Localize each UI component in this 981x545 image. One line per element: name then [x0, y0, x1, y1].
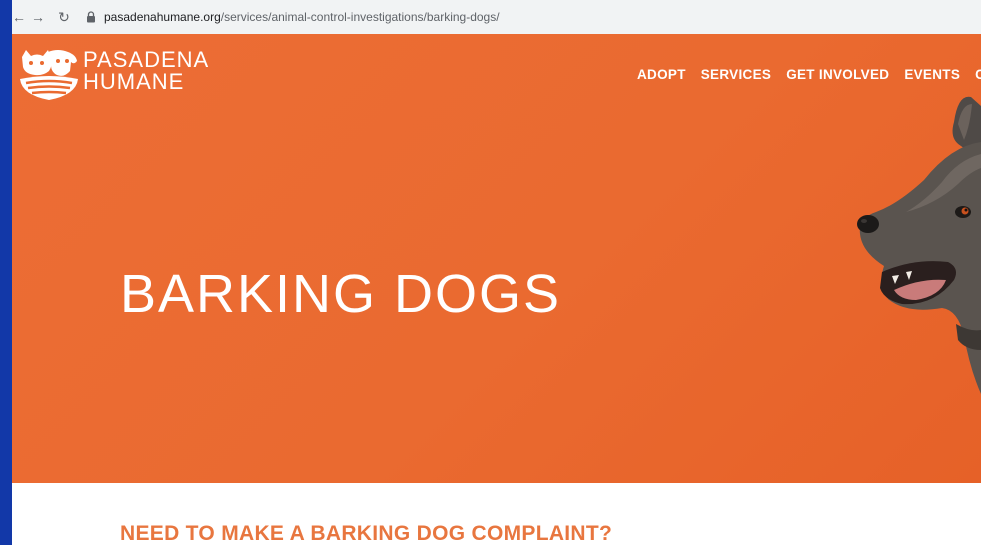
pasadena-humane-logo-icon: [20, 50, 78, 100]
logo-line-1: PASADENA: [83, 47, 210, 72]
nav-truncated-item[interactable]: C: [975, 67, 981, 82]
page-title: BARKING DOGS: [120, 264, 562, 324]
url-path: /services/animal-control-investigations/…: [220, 10, 500, 24]
address-bar[interactable]: pasadenahumane.org/services/animal-contr…: [86, 10, 500, 24]
url-host: pasadenahumane.org: [104, 10, 221, 24]
browser-toolbar: ← → ↻ pasadenahumane.org/services/animal…: [12, 0, 981, 35]
nav-adopt[interactable]: ADOPT: [637, 67, 686, 82]
main-navigation: ADOPT SERVICES GET INVOLVED EVENTS C: [637, 67, 981, 82]
forward-arrow-icon[interactable]: →: [28, 9, 48, 25]
nav-services[interactable]: SERVICES: [701, 67, 771, 82]
browser-window: ← → ↻ pasadenahumane.org/services/animal…: [12, 0, 981, 545]
logo-line-2: HUMANE: [83, 69, 185, 94]
reload-icon[interactable]: ↻: [54, 9, 74, 26]
lock-icon: [87, 11, 95, 23]
section-heading: NEED TO MAKE A BARKING DOG COMPLAINT?: [120, 522, 613, 545]
nav-get-involved[interactable]: GET INVOLVED: [786, 67, 889, 82]
hero-banner: PASADENA HUMANE ADOPT SERVICES GET INVOL…: [12, 34, 981, 483]
dog-photo: [857, 96, 981, 394]
nav-events[interactable]: EVENTS: [904, 67, 960, 82]
site-logo[interactable]: PASADENA HUMANE: [18, 49, 209, 101]
back-arrow-icon[interactable]: ←: [12, 9, 26, 25]
logo-text: PASADENA HUMANE: [83, 49, 209, 93]
